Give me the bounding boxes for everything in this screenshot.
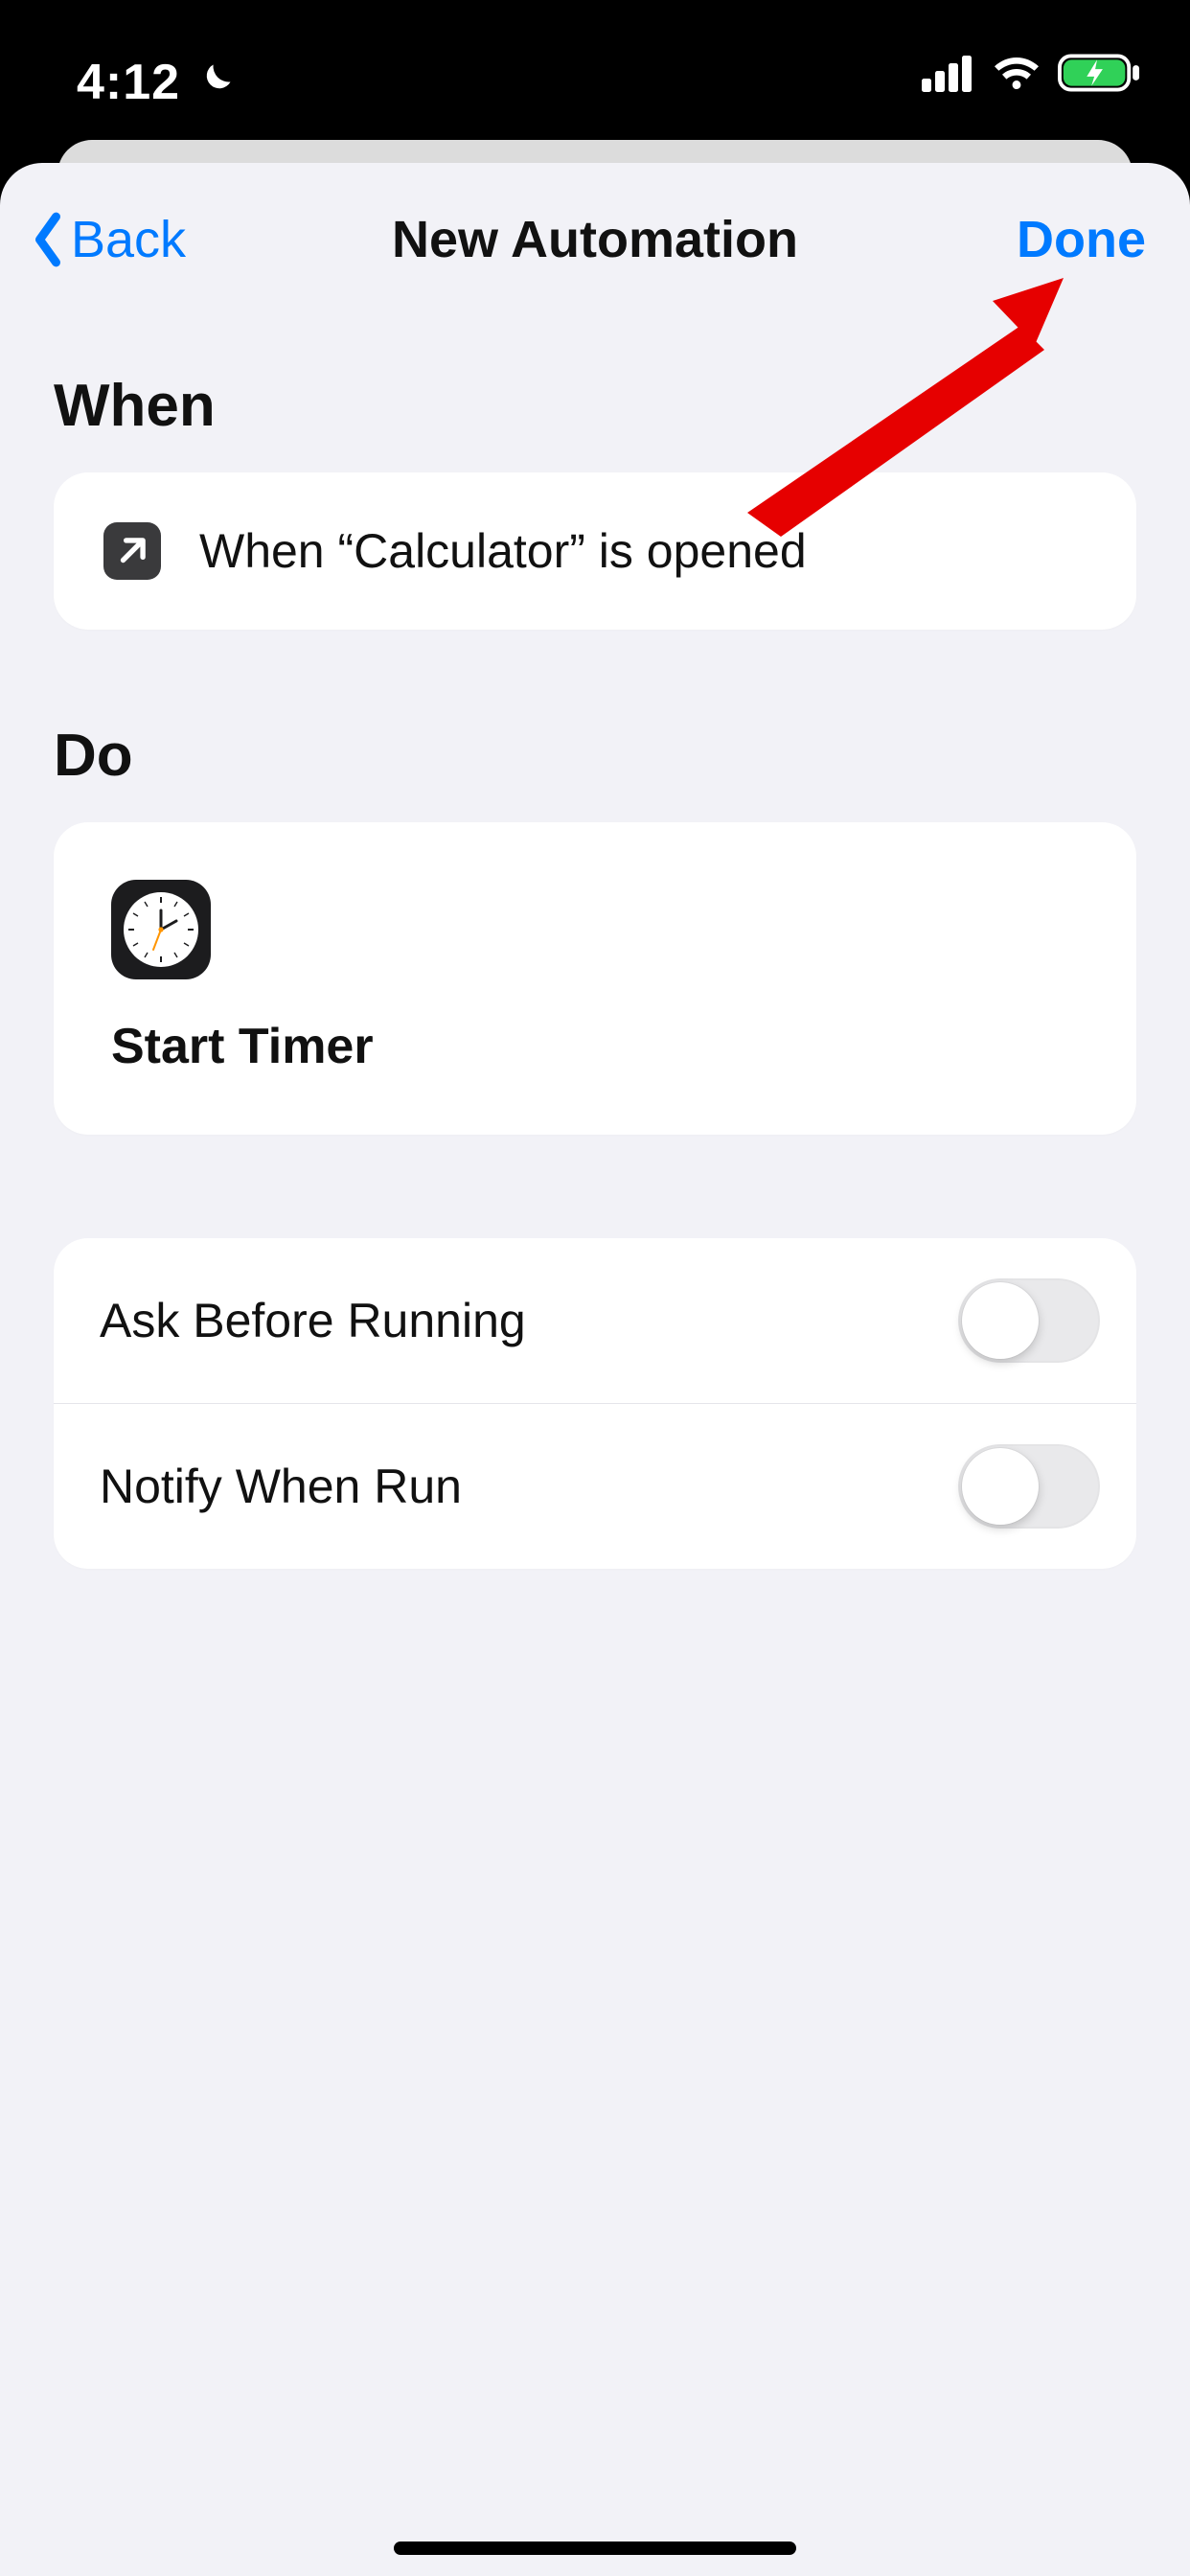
ask-before-running-row[interactable]: Ask Before Running [54,1238,1136,1403]
run-settings-card: Ask Before Running Notify When Run [54,1238,1136,1569]
clock-app-icon [111,880,211,979]
back-label: Back [71,210,186,269]
nav-bar: Back New Automation Done [0,163,1190,316]
chevron-left-icon [29,212,67,267]
cellular-icon [922,54,975,97]
open-app-icon [103,522,161,580]
done-label: Done [1017,210,1146,269]
notify-when-run-label: Notify When Run [100,1459,462,1514]
back-button[interactable]: Back [29,163,186,316]
status-time: 4:12 [77,54,180,111]
wifi-icon [993,54,1041,97]
when-condition-row[interactable]: When “Calculator” is opened [54,472,1136,630]
do-action-card[interactable]: Start Timer [54,822,1136,1135]
when-condition-text: When “Calculator” is opened [199,523,807,579]
moon-icon [194,59,236,106]
page-title: New Automation [392,210,798,269]
do-section-title: Do [54,722,1136,790]
when-section-title: When [54,372,1136,440]
done-button[interactable]: Done [1017,163,1146,316]
notify-when-run-row[interactable]: Notify When Run [54,1403,1136,1569]
ask-before-running-toggle[interactable] [958,1278,1100,1363]
notify-when-run-toggle[interactable] [958,1444,1100,1529]
ask-before-running-label: Ask Before Running [100,1293,526,1348]
status-bar: 4:12 [0,0,1190,134]
battery-charging-icon [1058,54,1140,97]
automation-sheet: Back New Automation Done When When “Calc… [0,163,1190,2576]
do-action-text: Start Timer [111,1018,1079,1075]
home-indicator[interactable] [394,2542,796,2555]
